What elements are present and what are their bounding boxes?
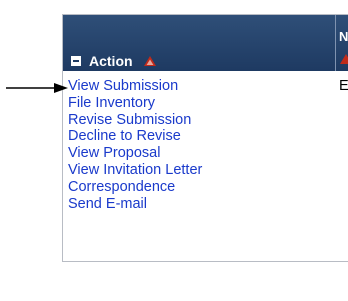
- revise-submission-link[interactable]: Revise Submission: [68, 112, 202, 129]
- table-header: Action N: [63, 15, 348, 71]
- view-proposal-link[interactable]: View Proposal: [68, 145, 202, 162]
- sort-triangle-icon[interactable]: [143, 55, 157, 67]
- action-header-label[interactable]: Action: [89, 53, 133, 69]
- view-submission-link[interactable]: View Submission: [68, 78, 202, 95]
- action-link-list: View Submission File Inventory Revise Su…: [68, 78, 202, 212]
- action-column-header: Action: [71, 53, 157, 69]
- next-column-header-label[interactable]: N: [339, 29, 348, 44]
- correspondence-link[interactable]: Correspondence: [68, 179, 202, 196]
- next-column-sort-icon[interactable]: [339, 53, 348, 65]
- action-table: Action N View Submission File Inventory …: [62, 14, 348, 262]
- next-column-cell: E: [339, 78, 348, 94]
- send-email-link[interactable]: Send E-mail: [68, 196, 202, 213]
- arrow-pointer-icon: [6, 83, 68, 93]
- column-divider: [335, 15, 336, 71]
- file-inventory-link[interactable]: File Inventory: [68, 95, 202, 112]
- collapse-minus-icon[interactable]: [71, 56, 81, 66]
- view-invitation-letter-link[interactable]: View Invitation Letter: [68, 162, 202, 179]
- decline-to-revise-link[interactable]: Decline to Revise: [68, 128, 202, 145]
